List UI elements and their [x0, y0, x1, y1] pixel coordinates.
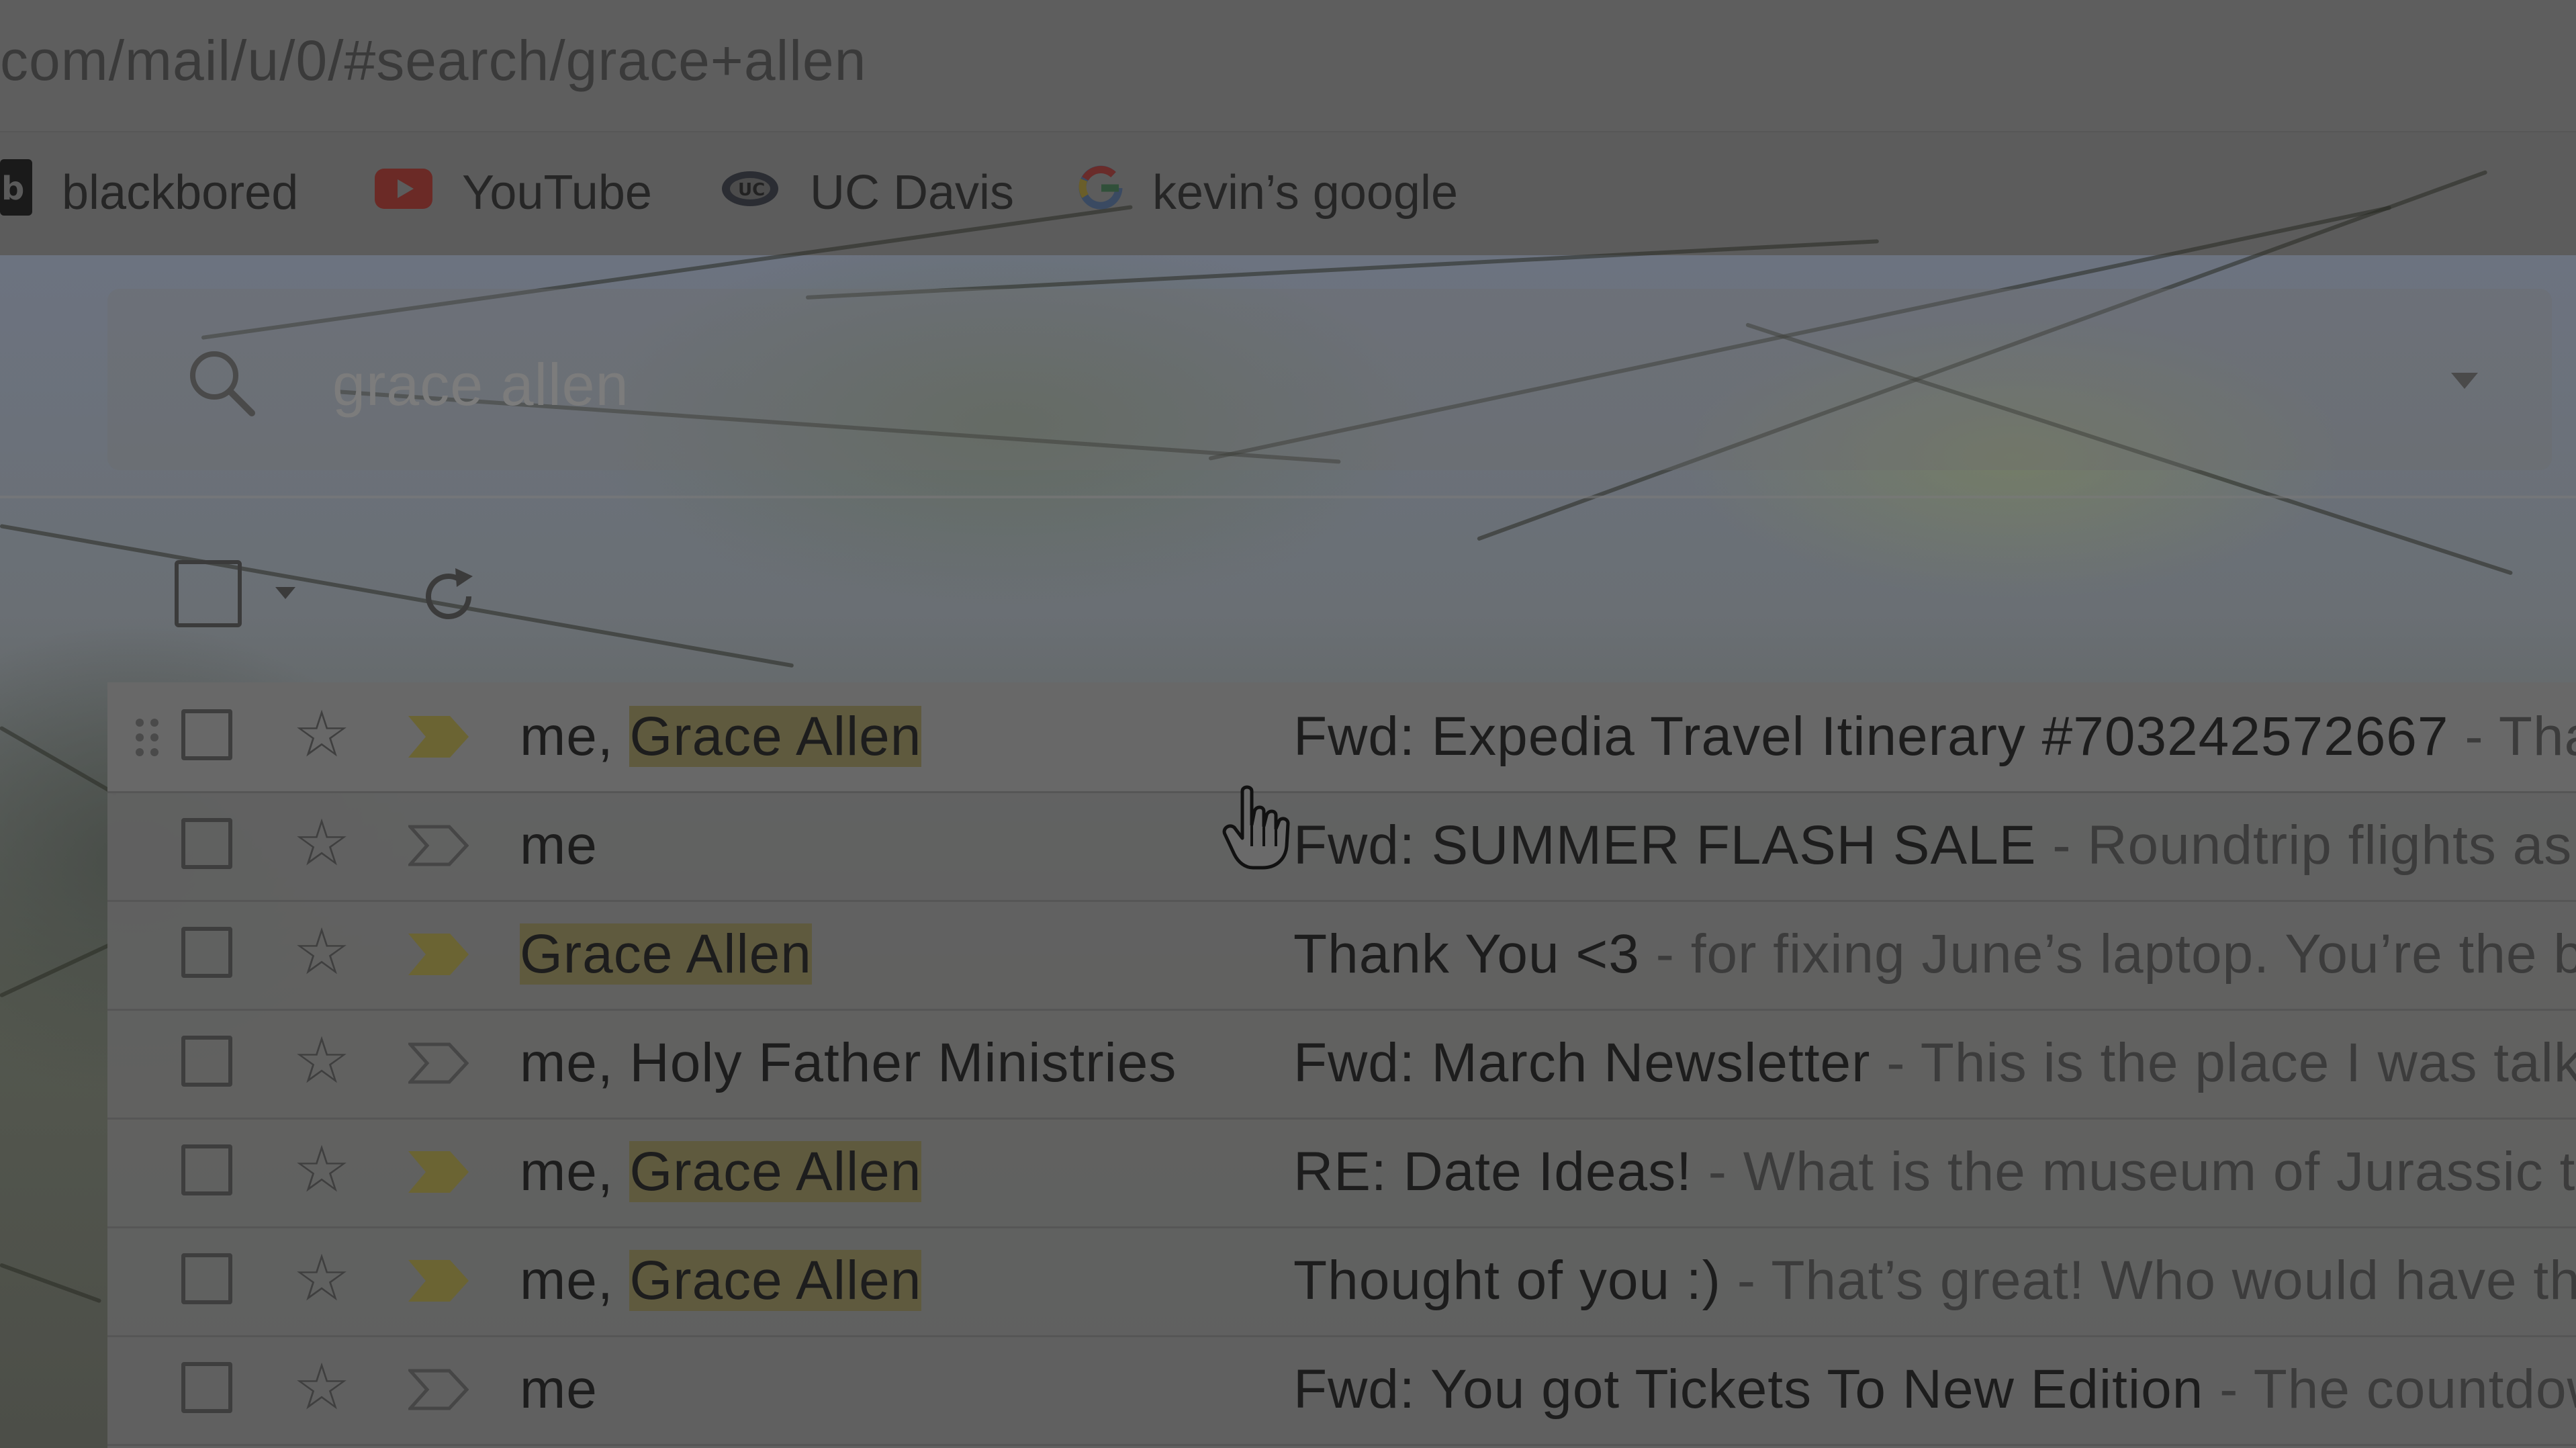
email-sender: Grace Allen [520, 923, 812, 985]
important-marker-icon[interactable] [408, 1260, 469, 1305]
email-row[interactable]: ☆ me, Grace Allen RE: Date Ideas! - What… [107, 1118, 2576, 1228]
header-divider [0, 496, 2576, 498]
email-subject: RE: Date Ideas! - What is the museum of … [1293, 1140, 2576, 1204]
bookmark-kevins-google[interactable]: kevin’s google [1078, 159, 1458, 226]
blackboard-icon: b [0, 159, 32, 227]
email-subject: Fwd: You got Tickets To New Edition - Th… [1293, 1358, 2576, 1421]
email-subject: Fwd: Expedia Travel Itinerary #703242572… [1293, 705, 2576, 768]
url-domain: com [0, 29, 109, 92]
row-checkbox[interactable] [181, 1362, 232, 1413]
email-subject: Thank You <3 - for fixing June’s laptop.… [1293, 923, 2576, 986]
email-sender: me [520, 815, 598, 876]
email-snippet: - Thar [2465, 706, 2576, 767]
row-checkbox[interactable] [181, 1253, 232, 1304]
search-input[interactable]: grace allen [332, 351, 629, 419]
uc-davis-icon: UC [720, 165, 780, 220]
star-icon[interactable]: ☆ [293, 920, 351, 985]
star-icon[interactable]: ☆ [293, 1029, 351, 1093]
bookmark-label: UC Davis [810, 166, 1015, 220]
youtube-icon [375, 165, 432, 220]
email-snippet: - What is the museum of Jurassic te [1692, 1141, 2576, 1202]
important-marker-icon[interactable] [406, 1369, 469, 1414]
bookmark-blackbored[interactable]: b blackbored [0, 159, 298, 226]
search-bar[interactable]: grace allen [107, 289, 2552, 470]
bookmark-youtube[interactable]: YouTube [375, 159, 652, 226]
email-snippet: - That’s great! Who would have tho [1720, 1250, 2576, 1311]
refresh-icon[interactable] [416, 564, 481, 632]
star-icon[interactable]: ☆ [293, 703, 351, 767]
bookmark-label: blackbored [62, 166, 299, 220]
svg-text:b: b [1, 170, 24, 208]
star-icon[interactable]: ☆ [293, 1138, 351, 1202]
bookmarks-bar: b blackbored YouTube UC UC Davis kevin’s… [0, 132, 2576, 255]
bookmark-label: YouTube [462, 166, 652, 220]
bookmark-uc-davis[interactable]: UC UC Davis [720, 159, 1014, 226]
drag-handle-icon[interactable] [134, 717, 161, 761]
row-checkbox[interactable] [181, 1144, 232, 1195]
star-icon[interactable]: ☆ [293, 1247, 351, 1311]
email-sender: me [520, 1359, 598, 1420]
important-marker-icon[interactable] [406, 825, 469, 870]
row-checkbox[interactable] [181, 927, 232, 978]
select-all-checkbox[interactable] [175, 560, 242, 627]
email-snippet: - This is the place I was talki [1870, 1032, 2576, 1093]
email-snippet: - Roundtrip flights as lo [2036, 815, 2576, 876]
important-marker-icon[interactable] [408, 716, 469, 761]
bookmark-label: kevin’s google [1152, 166, 1458, 220]
email-row[interactable]: ☆ me Fwd: You got Tickets To New Edition… [107, 1335, 2576, 1446]
email-row[interactable]: ☆ me Fwd: SUMMER FLASH SALE - Roundtrip … [107, 791, 2576, 902]
star-icon[interactable]: ☆ [293, 811, 351, 876]
url-path: /mail/u/0/#search/grace+allen [108, 29, 867, 92]
row-checkbox[interactable] [181, 818, 232, 869]
row-checkbox[interactable] [181, 709, 232, 760]
email-sender: me, Grace Allen [520, 706, 922, 767]
hand-cursor-icon [1222, 784, 1296, 875]
email-row[interactable]: ☆ me, Holy Father Ministries Fwd: March … [107, 1009, 2576, 1120]
row-checkbox[interactable] [181, 1036, 232, 1087]
email-subject: Fwd: March Newsletter - This is the plac… [1293, 1032, 2576, 1095]
email-sender: me, Holy Father Ministries [520, 1032, 1177, 1093]
select-dropdown-icon[interactable] [275, 587, 295, 602]
important-marker-icon[interactable] [406, 1042, 469, 1087]
search-options-dropdown-icon[interactable] [2451, 373, 2478, 392]
search-icon[interactable] [185, 346, 259, 423]
email-snippet: - The countdow [2203, 1359, 2576, 1420]
email-row[interactable]: ☆ me, Grace Allen Fwd: Expedia Travel It… [107, 682, 2576, 793]
email-subject: Fwd: SUMMER FLASH SALE - Roundtrip fligh… [1293, 814, 2576, 877]
email-row[interactable]: ☆ Grace Allen Thank You <3 - for fixing … [107, 900, 2576, 1011]
email-subject: Thought of you :) - That’s great! Who wo… [1293, 1249, 2576, 1312]
svg-text:UC: UC [738, 180, 765, 200]
important-marker-icon[interactable] [408, 934, 469, 979]
email-sender: me, Grace Allen [520, 1141, 922, 1202]
email-list: ☆ me, Grace Allen Fwd: Expedia Travel It… [107, 682, 2576, 1448]
address-bar[interactable]: com/mail/u/0/#search/grace+allen [0, 0, 2576, 132]
email-sender: me, Grace Allen [520, 1250, 922, 1311]
email-snippet: - for fixing June’s laptop. You’re the b… [1639, 923, 2576, 985]
important-marker-icon[interactable] [408, 1151, 469, 1196]
star-icon[interactable]: ☆ [293, 1355, 351, 1420]
email-row[interactable]: ☆ me, Grace Allen Thought of you :) - Th… [107, 1226, 2576, 1337]
url-text[interactable]: com/mail/u/0/#search/grace+allen [0, 28, 866, 93]
